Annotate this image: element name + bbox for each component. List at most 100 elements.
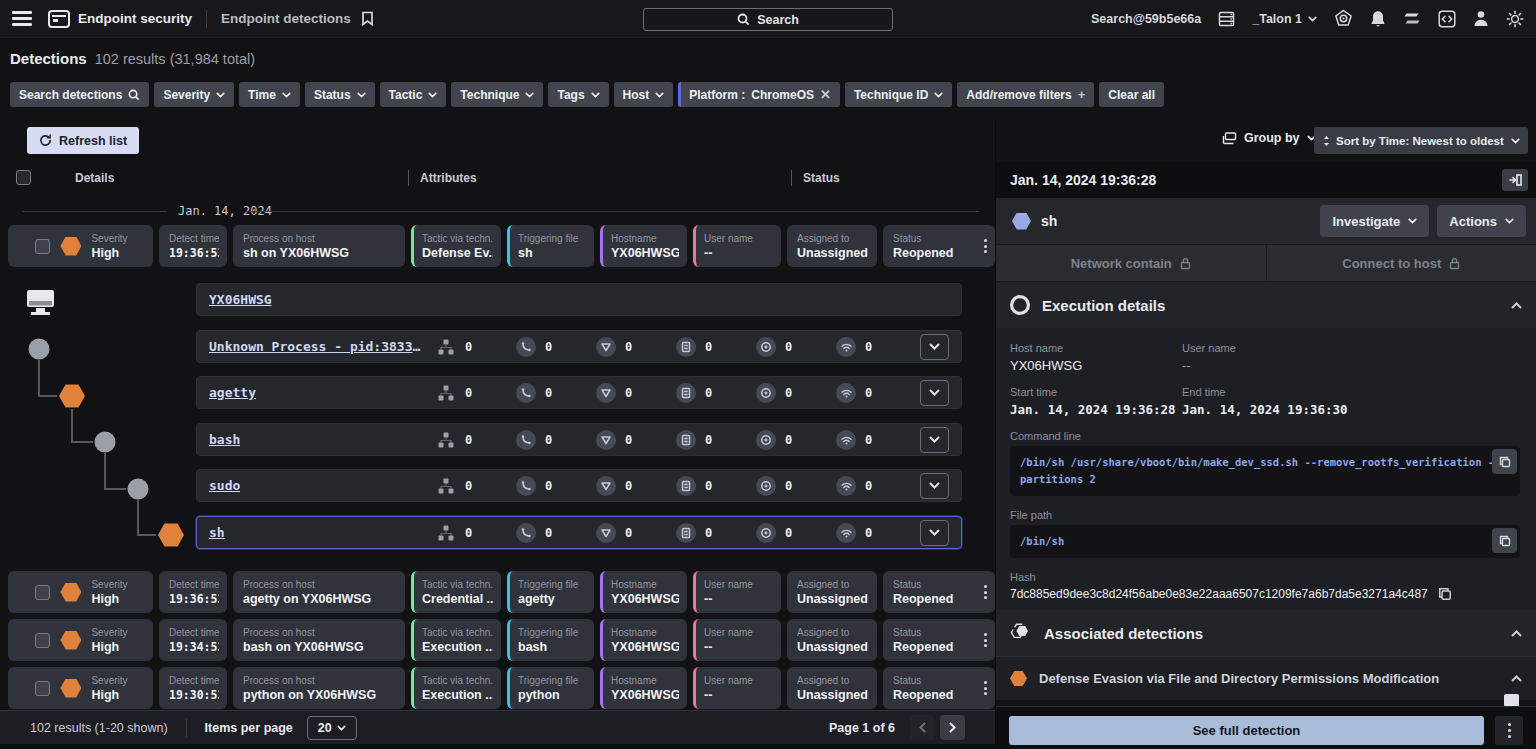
metric-count: 0 xyxy=(705,479,712,493)
severity-filter[interactable]: Severity xyxy=(154,82,234,107)
row-menu-button[interactable] xyxy=(984,681,987,695)
server-icon[interactable] xyxy=(1218,11,1235,27)
breadcrumb[interactable]: Endpoint detections xyxy=(221,11,351,26)
alert-triangle-icon xyxy=(596,337,616,357)
chevron-down-icon xyxy=(1505,218,1514,224)
menu-icon[interactable] xyxy=(12,11,32,26)
actions-button[interactable]: Actions xyxy=(1437,205,1526,237)
app-logo-icon[interactable] xyxy=(48,10,70,28)
status-filter[interactable]: Status xyxy=(305,82,375,107)
investigate-button[interactable]: Investigate xyxy=(1320,205,1429,237)
time-filter[interactable]: Time xyxy=(239,82,300,107)
user-icon[interactable] xyxy=(1473,10,1489,27)
theme-icon[interactable] xyxy=(1506,10,1524,28)
process-metrics: 0 0 0 0 0 0 xyxy=(424,427,949,453)
code-icon[interactable] xyxy=(1438,10,1456,28)
row-checkbox[interactable] xyxy=(35,681,50,696)
injection-icon xyxy=(516,430,536,450)
refresh-icon xyxy=(39,134,52,147)
technique-id-filter[interactable]: Technique ID xyxy=(845,82,952,107)
row-checkbox[interactable] xyxy=(35,585,50,600)
expand-process-button[interactable] xyxy=(920,427,949,453)
row-checkbox[interactable] xyxy=(35,239,50,254)
panel-menu-button[interactable] xyxy=(1495,716,1523,745)
start-time-value: Jan. 14, 2024 19:36:28 xyxy=(1010,402,1182,417)
global-search[interactable]: Search xyxy=(643,8,893,31)
technique-filter[interactable]: Technique xyxy=(451,82,543,107)
remove-filter-icon[interactable]: ✕ xyxy=(820,87,831,102)
execution-details-header[interactable]: Execution details xyxy=(996,282,1536,328)
detection-timestamp: Jan. 14, 2024 19:36:28 xyxy=(1010,172,1156,188)
notifications-icon[interactable] xyxy=(1370,10,1386,28)
expand-process-button[interactable] xyxy=(920,520,949,546)
platform-filter-chip[interactable]: Platform :ChromeOS✕ xyxy=(678,82,840,107)
collapse-panel-button[interactable] xyxy=(1502,169,1528,191)
detection-row[interactable]: SeverityHigh Detect time19:36:53 Process… xyxy=(8,225,995,267)
row-menu-button[interactable] xyxy=(984,239,987,253)
file-list-icon xyxy=(676,383,696,403)
layers-icon[interactable] xyxy=(1403,11,1421,27)
expand-process-button[interactable] xyxy=(920,473,949,499)
next-page-button[interactable] xyxy=(940,715,965,740)
search-detections-filter[interactable]: Search detections xyxy=(10,82,149,107)
file-list-icon xyxy=(676,337,696,357)
tenant-selector[interactable]: _Talon 1 xyxy=(1252,12,1317,26)
network-contain-button[interactable]: Network contain xyxy=(996,245,1266,281)
chevron-down-icon xyxy=(934,92,943,98)
add-remove-filters-button[interactable]: Add/remove filters+ xyxy=(957,82,1094,107)
process-tree-graph xyxy=(0,270,200,570)
copy-command-button[interactable] xyxy=(1492,449,1517,474)
copy-path-button[interactable] xyxy=(1492,528,1517,553)
results-count: 102 results (1-20 shown) xyxy=(30,721,168,735)
prev-page-button[interactable] xyxy=(910,715,935,740)
connect-to-host-button[interactable]: Connect to host xyxy=(1266,245,1536,281)
response-actions-bar: Network contain Connect to host xyxy=(996,244,1536,282)
row-menu-button[interactable] xyxy=(984,585,987,599)
injection-icon xyxy=(516,383,536,403)
injection-icon xyxy=(516,476,536,496)
page-indicator: Page 1 of 6 xyxy=(829,721,895,735)
severity-hexagon-icon xyxy=(60,679,81,698)
clear-all-button[interactable]: Clear all xyxy=(1099,82,1164,107)
row-checkbox[interactable] xyxy=(35,633,50,648)
detection-row[interactable]: SeverityHigh Detect time19:36:53 Process… xyxy=(8,571,995,613)
app-title: Endpoint security xyxy=(78,11,192,26)
metric-count: 0 xyxy=(625,433,632,447)
bookmark-icon[interactable] xyxy=(361,11,374,26)
network-icon xyxy=(836,430,856,450)
filter-bar: Search detections Severity Time Status T… xyxy=(10,82,1164,107)
metric-count: 0 xyxy=(785,479,792,493)
row-menu-button[interactable] xyxy=(984,633,987,647)
tactic-filter[interactable]: Tactic xyxy=(380,82,447,107)
alert-triangle-icon xyxy=(596,476,616,496)
column-details: Details xyxy=(75,171,114,185)
copy-hash-icon[interactable] xyxy=(1438,587,1452,601)
detection-row[interactable]: SeverityHigh Detect time19:30:53 Process… xyxy=(8,667,995,709)
associated-detection-item[interactable]: Defense Evasion via File and Directory P… xyxy=(996,656,1536,700)
expand-process-button[interactable] xyxy=(920,334,949,360)
tree-host-row[interactable]: YX06HWSG xyxy=(196,283,962,316)
select-all-checkbox[interactable] xyxy=(16,170,31,185)
detection-row[interactable]: SeverityHigh Detect time19:34:53 Process… xyxy=(8,619,995,661)
severity-hexagon-icon xyxy=(60,583,81,602)
see-full-detection-button[interactable]: See full detection xyxy=(1009,716,1484,745)
associated-detections-header[interactable]: Associated detections xyxy=(996,610,1536,656)
execution-details-body: Host nameYX06HWSG User name-- Start time… xyxy=(996,328,1536,610)
associated-detections-icon xyxy=(1010,623,1032,643)
refresh-list-button[interactable]: Refresh list xyxy=(27,127,139,154)
tags-filter[interactable]: Tags xyxy=(548,82,608,107)
instance-label: Search@59b5e66a xyxy=(1091,12,1201,26)
tree-process-row[interactable]: sudo 0 0 0 0 0 0 xyxy=(196,469,962,502)
metric-count: 0 xyxy=(465,526,472,540)
items-per-page-select[interactable]: 20 xyxy=(307,716,357,740)
expand-process-button[interactable] xyxy=(920,380,949,406)
target-icon xyxy=(756,383,776,403)
tree-process-row-selected[interactable]: sh 0 0 0 0 0 0 xyxy=(196,516,962,549)
tree-process-row[interactable]: bash 0 0 0 0 0 0 xyxy=(196,423,962,456)
tree-process-row[interactable]: agetty 0 0 0 0 0 0 xyxy=(196,376,962,409)
tree-process-row[interactable]: Unknown Process - pid:38332aff2b5… 0 0 0… xyxy=(196,330,962,363)
badge-icon[interactable] xyxy=(1334,9,1353,28)
plus-icon: + xyxy=(1078,87,1086,102)
search-placeholder: Search xyxy=(757,13,799,27)
host-filter[interactable]: Host xyxy=(614,82,674,107)
